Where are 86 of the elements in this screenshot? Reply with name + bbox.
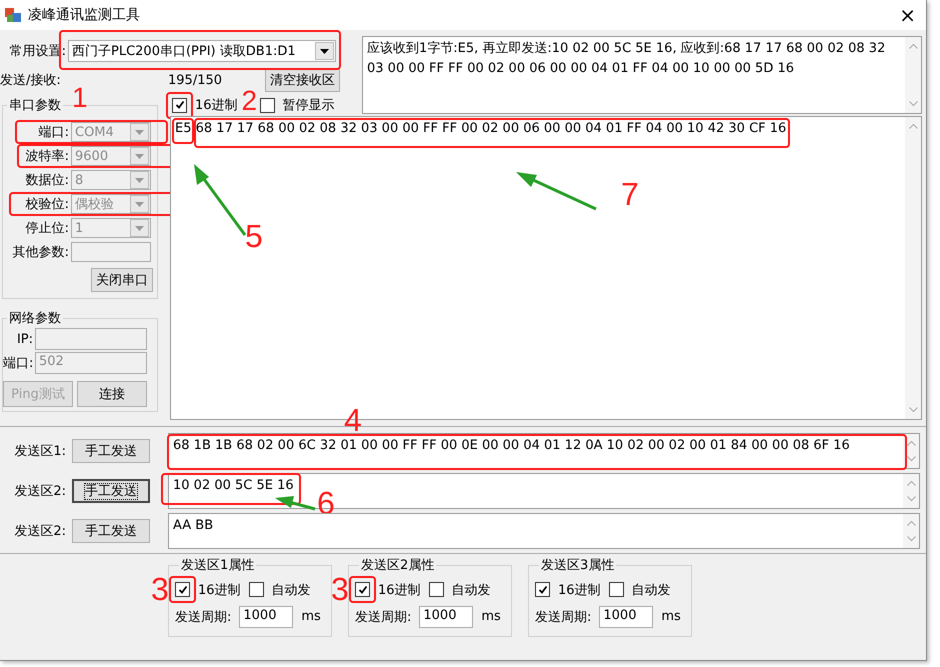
field-label: 数据位: [24,172,70,189]
dropdown-arrow-icon [320,48,329,54]
period-label: 发送周期: [355,608,412,626]
clear-receive-button[interactable]: 清空接收区 [265,68,340,92]
manual-send-button[interactable]: 手工发送 [72,519,150,543]
window-title: 凌峰通讯监测工具 [28,6,140,24]
field-label: IP: [16,332,34,346]
group-title: 网络参数 [8,310,62,327]
scroll-down-icon[interactable] [906,536,916,542]
field-label: 波特率: [24,148,70,165]
dropdown-arrow-icon [135,154,144,158]
app-icon [4,6,22,24]
group-title: 串口参数 [8,97,62,114]
dropdown-arrow-icon [135,202,144,206]
checkbox[interactable] [608,582,624,597]
manual-send-button[interactable]: 手工发送 [72,439,150,463]
network-button[interactable]: 连接 [77,381,147,407]
period-input[interactable]: 1000 [599,606,654,628]
annotation-number: 7 [621,179,639,209]
send-text-area[interactable]: AA BB [168,513,920,549]
preset-dropdown[interactable]: 西门子PLC200串口(PPI) 读取DB1:D1 [68,40,336,62]
checkbox-label: 自动发 [452,582,491,598]
checkbox-label: 16进制 [195,97,238,114]
scroll-down-icon[interactable] [908,101,918,107]
period-label: 发送周期: [175,608,232,626]
field-label: 停止位: [24,220,70,237]
checkbox-label: 暂停显示 [282,97,335,114]
scroll-up-icon[interactable] [906,520,916,526]
group-title: 发送区3属性 [540,557,616,574]
annotation-number: 5 [245,221,263,251]
annotation-number: 3 [151,574,169,604]
highlight-frame [349,576,376,603]
period-input[interactable]: 1000 [239,606,294,628]
scroll-down-icon[interactable] [908,407,918,413]
checkmark-icon [178,584,188,594]
checkmark-icon [358,584,368,594]
scroll-up-icon[interactable] [906,440,916,446]
highlight-frame [169,576,196,603]
field-label: 端口: [3,355,34,372]
unit-label: ms [661,609,681,624]
checkbox-label: 自动发 [632,582,671,598]
hint-text-area[interactable]: 应该收到1字节:E5, 再立即发送:10 02 00 5C 5E 16, 应收到:68 17 17 68 00 02 08 32 03 00 00 FF FF 00 02 00 06 00 00 04 01 FF 04 00 10 00 00 5D 16 [362,36,922,114]
scroll-up-icon[interactable] [906,480,916,486]
checkmark-icon [538,584,548,594]
group-title: 发送区2属性 [360,557,436,574]
field-label: 校验位: [24,196,70,213]
counter-label: 发送/接收: [0,72,62,89]
checkbox[interactable] [355,582,370,597]
send-text-area[interactable]: 68 1B 1B 68 02 00 6C 32 01 00 00 FF FF 00 0E 00 00 04 01 12 0A 10 02 00 02 00 01 84 00 00 08 6F 16 [168,433,920,469]
checkmark-icon [174,100,184,110]
arrow-drawing [275,496,316,510]
checkbox-label: 16进制 [198,582,241,598]
send-area-label: 发送区2: [13,523,66,540]
annotation-number: 3 [331,574,349,604]
checkbox[interactable] [175,582,190,597]
scroll-up-icon[interactable] [908,43,918,49]
checkbox[interactable] [260,98,275,112]
checkbox[interactable] [248,582,264,597]
checkbox-label: 自动发 [272,582,311,598]
arrow-drawing [194,164,246,236]
period-label: 发送周期: [535,608,592,626]
checkbox[interactable] [172,98,187,112]
dropdown-arrow-icon [135,226,144,230]
checkbox-label: 16进制 [378,582,421,598]
field-label: 其他参数: [12,244,70,261]
group-title: 发送区1属性 [180,557,256,574]
close-button[interactable]: × [899,3,916,27]
scroll-up-icon[interactable] [908,123,918,129]
annotation-number: 1 [72,86,88,110]
checkbox[interactable] [428,582,444,597]
dropdown-arrow-icon [135,178,144,182]
close-port-button[interactable]: 关闭串口 [91,268,153,292]
send-area-label: 发送区1: [13,443,66,460]
scroll-down-icon[interactable] [906,496,916,502]
period-input[interactable]: 1000 [419,606,474,628]
unit-label: ms [481,609,501,624]
dropdown-arrow-icon [135,130,144,134]
annotation-number: 2 [242,89,258,113]
unit-label: ms [301,609,321,624]
scroll-down-icon[interactable] [906,456,916,462]
send-area-label: 发送区2: [13,483,66,500]
checkbox[interactable] [535,582,550,597]
field-label: 端口: [38,124,70,141]
counter-value: 195/150 [168,72,222,88]
checkbox-label: 16进制 [558,582,601,598]
manual-send-button[interactable]: 手工发送 [72,479,150,503]
